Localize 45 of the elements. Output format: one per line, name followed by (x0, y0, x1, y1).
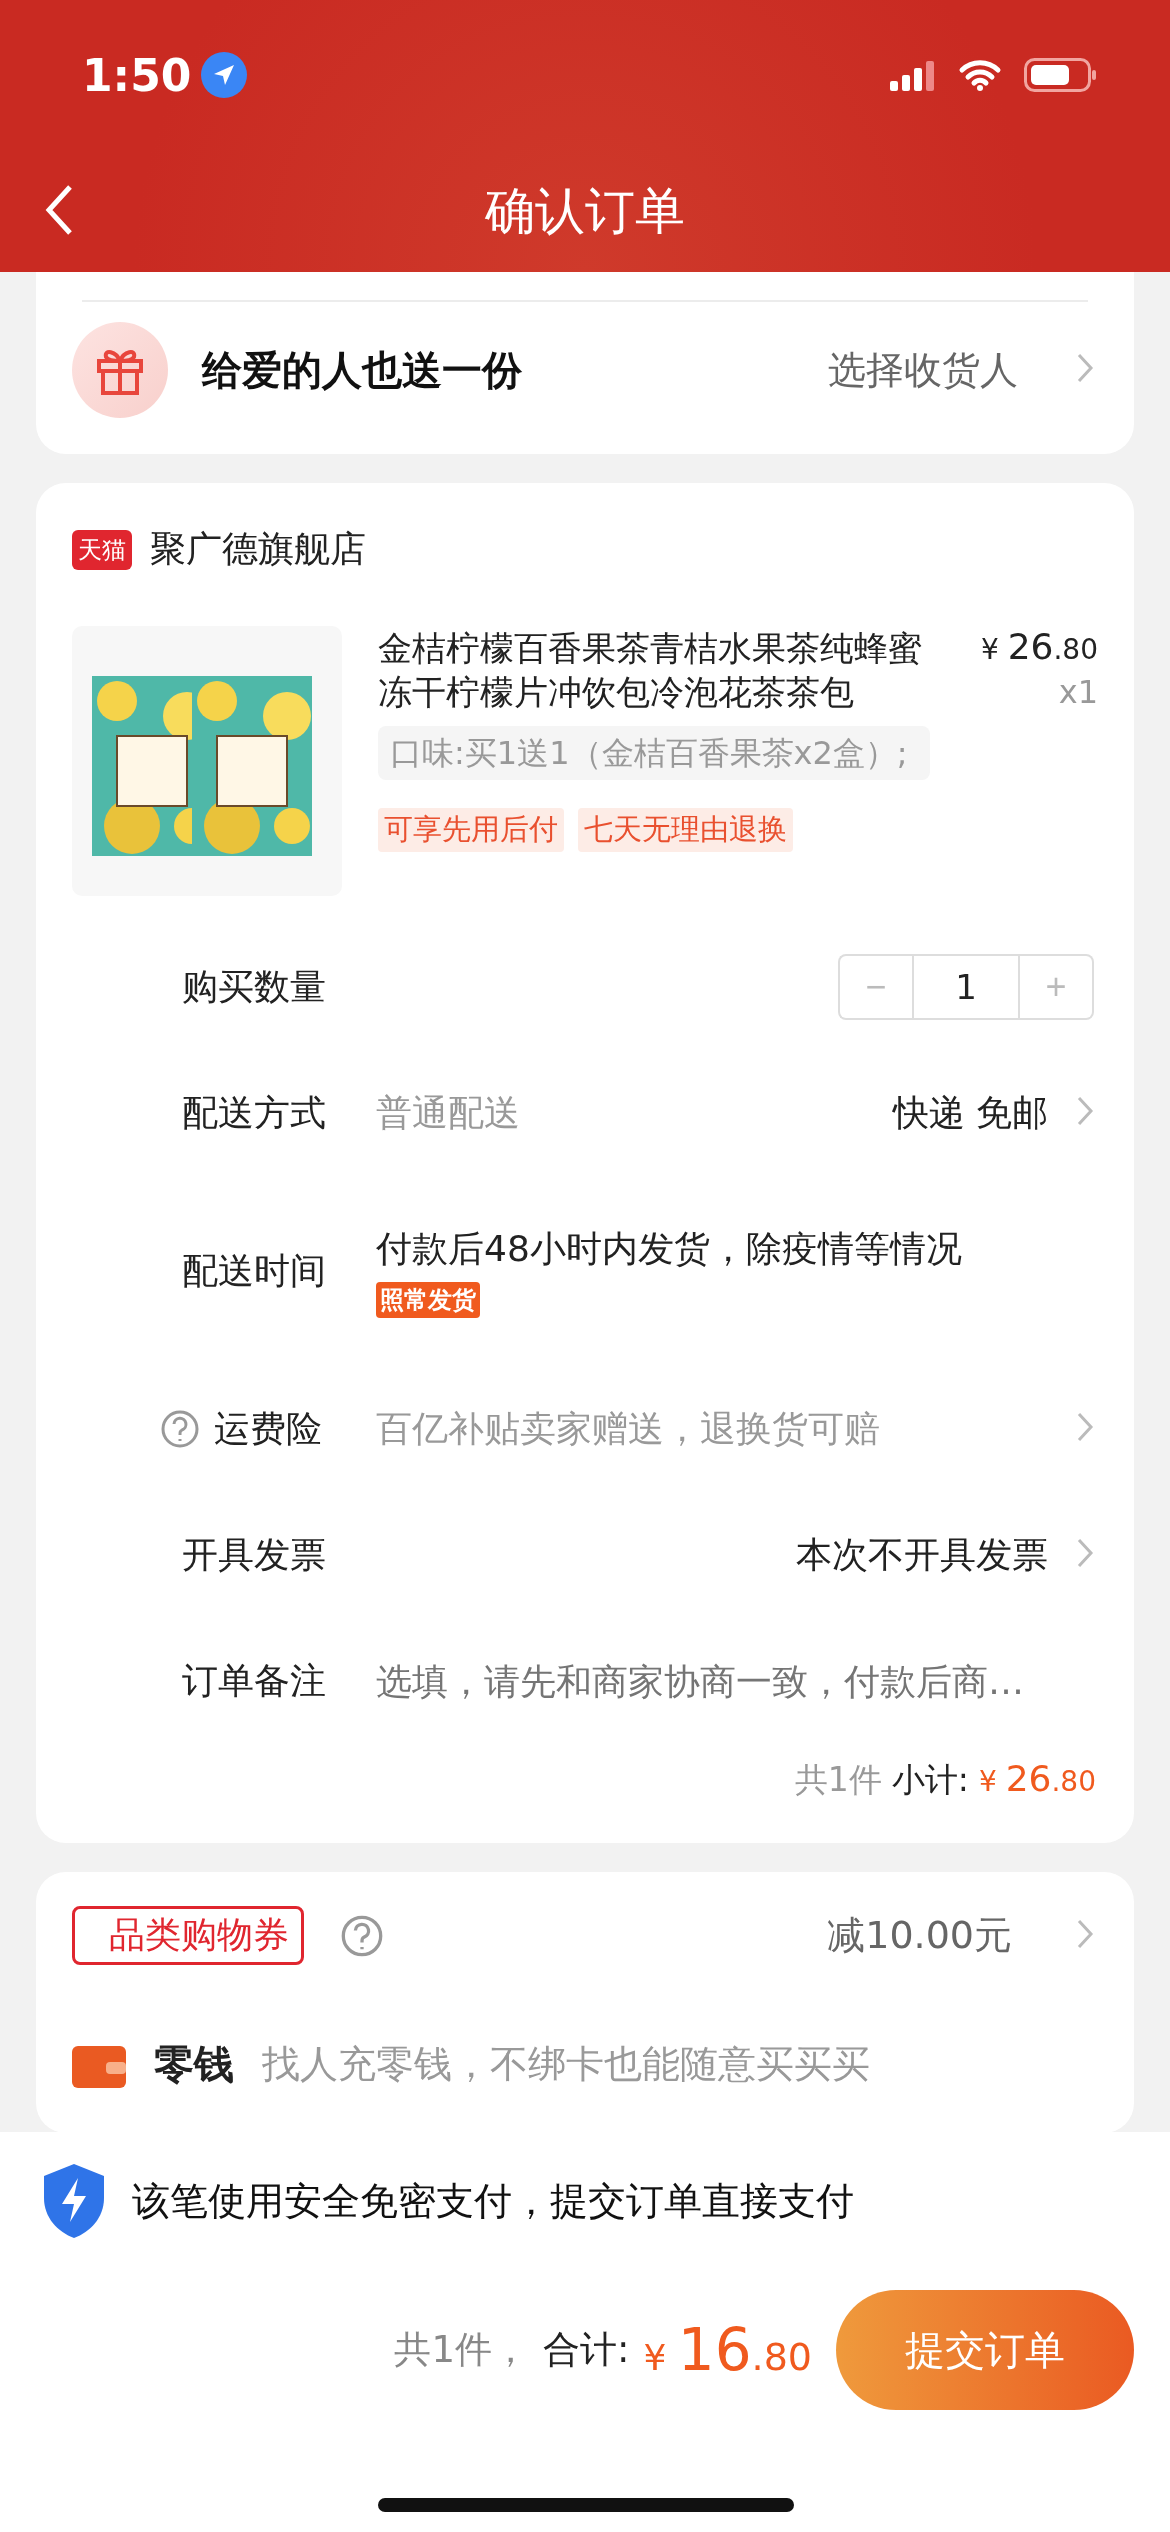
row-label: 运费险 (214, 1406, 322, 1451)
signal-icon (890, 59, 936, 91)
back-icon[interactable] (44, 184, 74, 236)
row-label: 配送方式 (182, 1090, 327, 1135)
help-icon[interactable] (160, 1409, 200, 1449)
gift-title: 给爱的人也送一份 (202, 345, 523, 395)
product-spec: 口味:买1送1（金桔百香果茶x2盒）; (378, 726, 930, 780)
row-value: 普通配送 (376, 1090, 521, 1135)
product-price: ¥ 26.80 (980, 626, 1098, 667)
battery-icon (1024, 58, 1098, 92)
store-name[interactable]: 聚广德旗舰店 (150, 525, 366, 574)
row-label: 开具发票 (182, 1532, 327, 1577)
subtotal-amount: ¥ 26.80 (978, 1758, 1096, 1799)
payment-notice: 该笔使用安全免密支付，提交订单直接支付 (132, 2177, 854, 2225)
tmall-badge: 天猫 (72, 529, 132, 570)
item-count: 共1件， (394, 2327, 529, 2373)
product-title[interactable]: 金桔柠檬百香果茶青桔水果茶纯蜂蜜冻干柠檬片冲饮包冷泡花茶茶包 (378, 626, 938, 714)
coupon-label: 品类购物券 (72, 1906, 304, 1965)
row-label: 配送时间 (182, 1248, 327, 1293)
status-time: 1:50 (82, 49, 192, 101)
wallet-description: 找人充零钱，不绑卡也能随意买买买 (262, 2041, 870, 2088)
wallet-title: 零钱 (154, 2040, 234, 2089)
row-value: 百亿补贴卖家赠送，退换货可赔 (376, 1406, 881, 1451)
total-label: 合计: (542, 2327, 630, 2373)
select-recipient-link[interactable]: 选择收货人 (828, 344, 1018, 396)
location-icon (201, 52, 248, 98)
shipping-badge: 照常发货 (376, 1281, 480, 1318)
row-value[interactable]: 本次不开具发票 (796, 1530, 1048, 1580)
chevron-right-icon (1076, 1917, 1094, 1950)
wifi-icon (958, 59, 1002, 91)
row-value[interactable]: 快递 免邮 (892, 1088, 1048, 1138)
row-label: 订单备注 (182, 1658, 327, 1703)
row-label: 购买数量 (182, 964, 327, 1009)
coupon-value[interactable]: 减10.00元 (827, 1910, 1012, 1961)
product-quantity: x1 (1058, 673, 1098, 711)
subtotal-label: 小计: (891, 1759, 969, 1801)
item-count: 共1件 (794, 1759, 882, 1801)
total-amount: ¥ 16.80 (643, 2316, 812, 2384)
service-tag: 可享先用后付 (378, 808, 564, 852)
page-title: 确认订单 (485, 180, 685, 242)
chevron-right-icon (1076, 352, 1094, 384)
service-tag: 七天无理由退换 (578, 808, 793, 852)
quantity-field[interactable]: 1 (912, 954, 1020, 1020)
row-value: 付款后48小时内发货，除疫情等情况 (376, 1226, 962, 1271)
help-icon[interactable] (340, 1913, 384, 1958)
